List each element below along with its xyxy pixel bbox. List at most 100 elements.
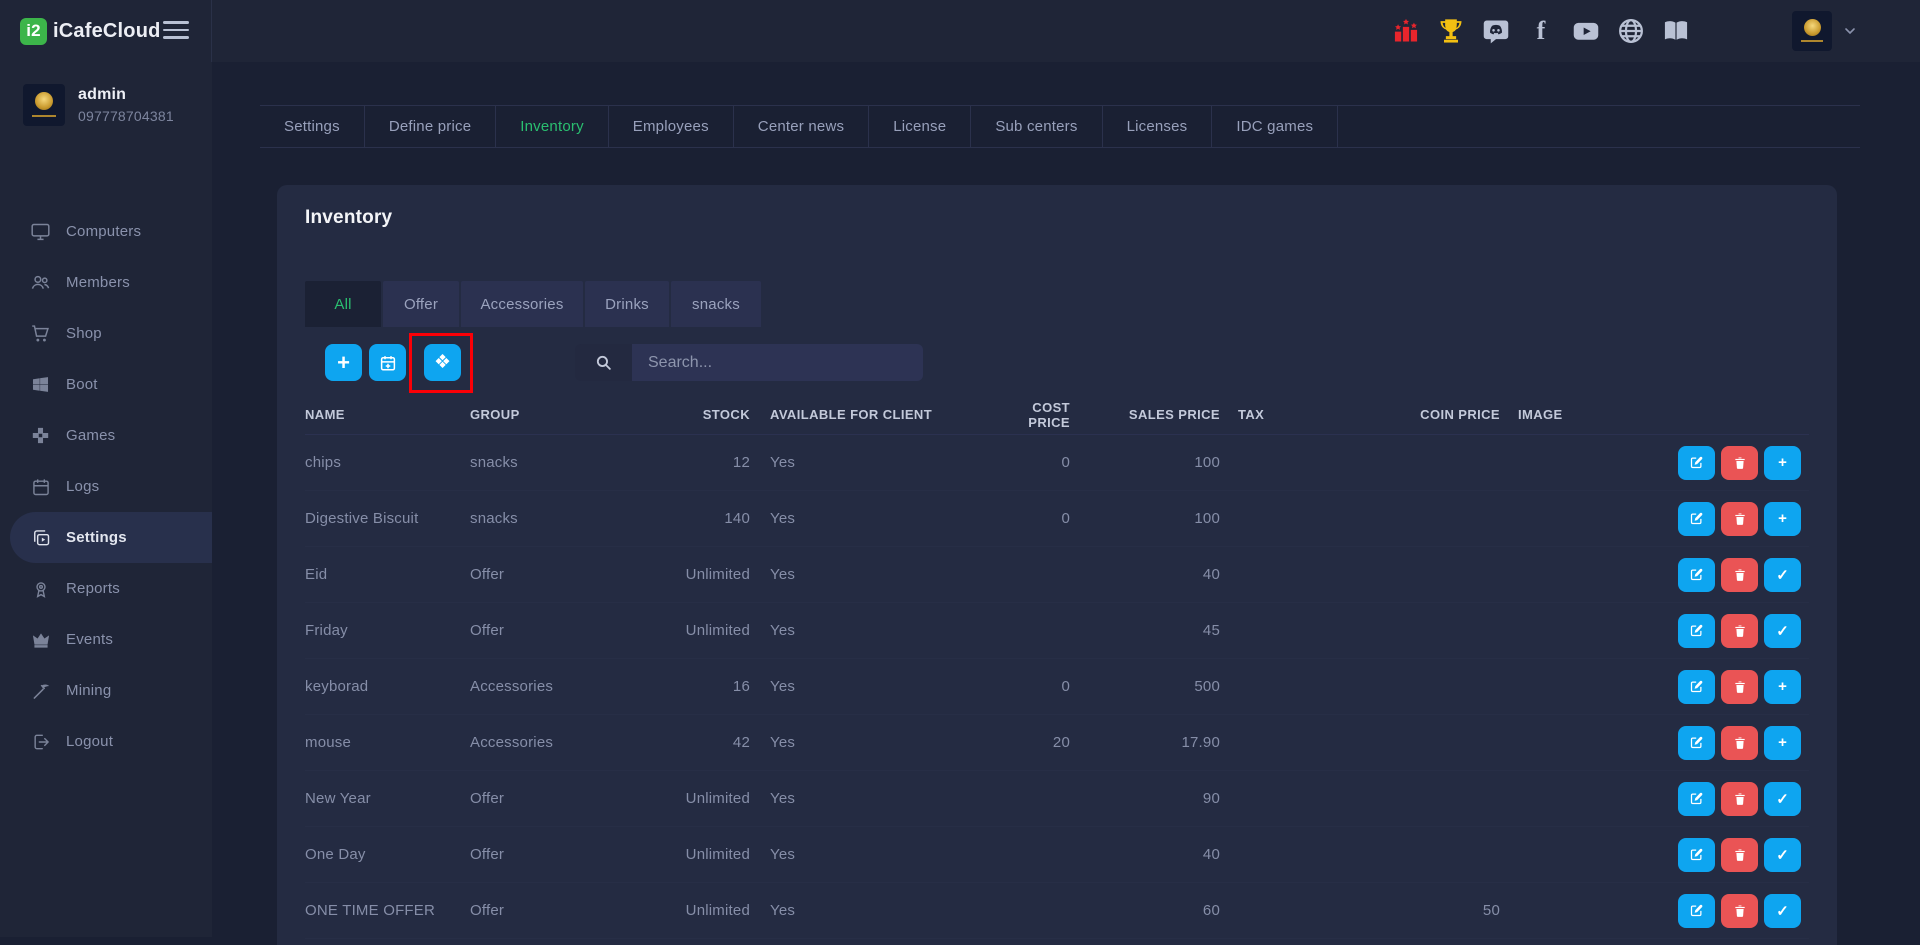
tab-define-price[interactable]: Define price [365, 106, 496, 147]
cell-stock: 140 [602, 510, 750, 527]
sidebar-item-reports[interactable]: Reports [0, 563, 212, 614]
cell-name: mouse [305, 734, 470, 751]
edit-button[interactable] [1678, 726, 1715, 760]
add-stock-button[interactable]: + [1764, 502, 1801, 536]
approve-button[interactable]: ✓ [1764, 782, 1801, 816]
edit-icon [1689, 567, 1704, 582]
tab-employees[interactable]: Employees [609, 106, 734, 147]
tab-idc-games[interactable]: IDC games [1212, 106, 1338, 147]
sidebar-item-computers[interactable]: Computers [0, 206, 212, 257]
sidebar-item-shop[interactable]: Shop [0, 308, 212, 359]
cart-icon [30, 323, 51, 344]
pickaxe-icon [30, 680, 51, 701]
delete-button[interactable] [1721, 614, 1758, 648]
add-offer-button[interactable] [369, 344, 406, 381]
edit-button[interactable] [1678, 446, 1715, 480]
inventory-table: NAME GROUP STOCK AVAILABLE FOR CLIENT CO… [305, 395, 1809, 939]
tab-license[interactable]: License [869, 106, 971, 147]
row-actions: + [1610, 726, 1809, 760]
sidebar-user: admin 097778704381 [0, 62, 212, 126]
inventory-tab-all[interactable]: All [305, 281, 381, 327]
delete-button[interactable] [1721, 502, 1758, 536]
inventory-tab-accessories[interactable]: Accessories [461, 281, 583, 327]
tab-center-news[interactable]: Center news [734, 106, 869, 147]
edit-button[interactable] [1678, 894, 1715, 928]
tab-settings[interactable]: Settings [260, 106, 365, 147]
sidebar-item-settings[interactable]: Settings [10, 512, 212, 563]
sidebar-item-boot[interactable]: Boot [0, 359, 212, 410]
add-product-button[interactable]: + [325, 344, 362, 381]
approve-button[interactable]: ✓ [1764, 838, 1801, 872]
cell-name: Digestive Biscuit [305, 510, 470, 527]
cell-sales-price: 90 [1070, 790, 1220, 807]
approve-button[interactable]: ✓ [1764, 614, 1801, 648]
table-row: Digestive Biscuit snacks 140 Yes 0 100 + [305, 491, 1809, 547]
approve-button[interactable]: ✓ [1764, 894, 1801, 928]
cell-name: One Day [305, 846, 470, 863]
sidebar-item-logout[interactable]: Logout [0, 716, 212, 767]
edit-button[interactable] [1678, 670, 1715, 704]
docs-icon[interactable] [1662, 17, 1690, 45]
discord-icon[interactable] [1482, 17, 1510, 45]
cell-cost-price: 0 [990, 454, 1070, 471]
tab-licenses[interactable]: Licenses [1103, 106, 1213, 147]
coin-products-button[interactable]: ❖ [424, 344, 461, 381]
delete-button[interactable] [1721, 838, 1758, 872]
table-row: ONE TIME OFFER Offer Unlimited Yes 60 50 [305, 883, 1809, 939]
inventory-tab-offer[interactable]: Offer [383, 281, 459, 327]
inventory-tab-snacks[interactable]: snacks [671, 281, 761, 327]
delete-button[interactable] [1721, 670, 1758, 704]
cell-stock: Unlimited [602, 790, 750, 807]
ranking-icon[interactable] [1392, 17, 1420, 45]
add-stock-button[interactable]: + [1764, 670, 1801, 704]
table-row: Eid Offer Unlimited Yes 40 ✓ [305, 547, 1809, 603]
sidebar-item-mining[interactable]: Mining [0, 665, 212, 716]
trash-icon [1733, 456, 1747, 470]
inventory-card: Inventory All Offer Accessories Drinks s… [277, 185, 1837, 945]
edit-button[interactable] [1678, 782, 1715, 816]
row-actions: + [1610, 670, 1809, 704]
edit-button[interactable] [1678, 614, 1715, 648]
table-row: mouse Accessories 42 Yes 20 17.90 + [305, 715, 1809, 771]
sidebar-item-logs[interactable]: Logs [0, 461, 212, 512]
delete-button[interactable] [1721, 726, 1758, 760]
sidebar-item-games[interactable]: Games [0, 410, 212, 461]
table-row: One Day Offer Unlimited Yes 40 ✓ [305, 827, 1809, 883]
tab-sub-centers[interactable]: Sub centers [971, 106, 1102, 147]
delete-button[interactable] [1721, 558, 1758, 592]
cell-available: Yes [750, 622, 990, 639]
monitor-icon [30, 221, 51, 242]
edit-icon [1689, 623, 1704, 638]
edit-button[interactable] [1678, 502, 1715, 536]
cell-sales-price: 17.90 [1070, 734, 1220, 751]
cell-group: Accessories [470, 678, 602, 695]
cell-stock: Unlimited [602, 846, 750, 863]
table-row: keyborad Accessories 16 Yes 0 500 + [305, 659, 1809, 715]
trophy-icon[interactable] [1437, 17, 1465, 45]
add-stock-button[interactable]: + [1764, 726, 1801, 760]
youtube-icon[interactable] [1572, 17, 1600, 45]
cell-sales-price: 500 [1070, 678, 1220, 695]
inventory-tab-drinks[interactable]: Drinks [585, 281, 669, 327]
row-actions: + [1610, 446, 1809, 480]
edit-button[interactable] [1678, 558, 1715, 592]
hamburger-menu-icon[interactable] [163, 21, 189, 44]
page-title: Inventory [305, 207, 392, 229]
account-menu[interactable] [1792, 11, 1858, 51]
globe-icon[interactable] [1617, 17, 1645, 45]
sidebar-item-members[interactable]: Members [0, 257, 212, 308]
approve-button[interactable]: ✓ [1764, 558, 1801, 592]
gamepad-icon [30, 425, 51, 446]
sidebar: admin 097778704381 Computers Members Sho… [0, 62, 212, 937]
facebook-icon[interactable]: f [1527, 17, 1555, 45]
tab-inventory[interactable]: Inventory [496, 106, 609, 147]
edit-button[interactable] [1678, 838, 1715, 872]
delete-button[interactable] [1721, 782, 1758, 816]
table-row: chips snacks 12 Yes 0 100 + [305, 435, 1809, 491]
add-stock-button[interactable]: + [1764, 446, 1801, 480]
delete-button[interactable] [1721, 446, 1758, 480]
cell-available: Yes [750, 734, 990, 751]
delete-button[interactable] [1721, 894, 1758, 928]
sidebar-item-events[interactable]: Events [0, 614, 212, 665]
search-input[interactable] [632, 344, 923, 381]
